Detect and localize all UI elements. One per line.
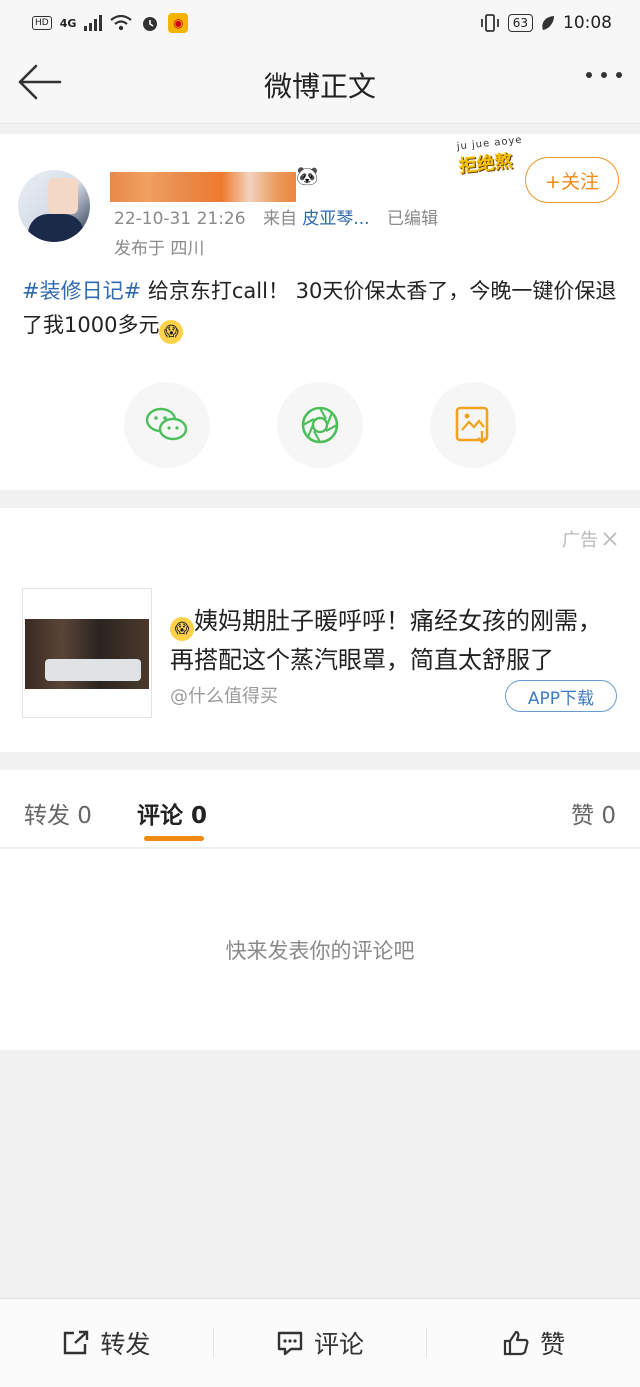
username-redacted[interactable] xyxy=(110,172,296,202)
comment-area: 快来发表你的评论吧 xyxy=(0,849,640,1050)
nav-bar: 微博正文 xyxy=(0,46,640,124)
status-left: HD 4G ◉ xyxy=(32,13,189,33)
post-source-link[interactable]: 皮亚琴... xyxy=(302,209,369,229)
avatar-face xyxy=(48,178,78,214)
ad-card[interactable]: 广告 😱 姨妈期肚子暖呼呼！痛经女孩的刚需，再搭配这个蒸汽眼罩，简直太舒服了 @什… xyxy=(0,508,640,752)
ad-source: @什么值得买 xyxy=(170,686,278,707)
decoration-pinyin: ju jue aoye xyxy=(456,134,524,153)
alarm-icon xyxy=(143,17,158,31)
share-moments-button[interactable] xyxy=(277,382,363,468)
status-right: 63 10:08 xyxy=(480,13,612,33)
ad-tag: 广告 xyxy=(562,530,598,551)
ad-title-text: 姨妈期肚子暖呼呼！痛经女孩的刚需，再搭配这个蒸汽眼罩，简直太舒服了 xyxy=(170,607,602,674)
post-from-label: 来自 xyxy=(262,209,297,229)
hd-icon: HD xyxy=(32,16,52,30)
scared-emoji-icon: 😱 xyxy=(170,617,194,641)
wow-emoji-icon: 😱 xyxy=(159,320,184,344)
ad-thumbnail[interactable] xyxy=(22,588,152,718)
ad-image-pad xyxy=(45,659,141,681)
repost-label: 转发 xyxy=(100,1330,151,1359)
avatar-body xyxy=(28,214,84,242)
share-wechat-button[interactable] xyxy=(124,382,210,468)
battery-icon: 63 xyxy=(507,14,533,32)
weibo-app-icon: ◉ xyxy=(168,13,189,33)
tab-active-indicator xyxy=(144,836,204,841)
repost-button[interactable]: 转发 xyxy=(0,1299,213,1387)
post-location: 发布于 四川 xyxy=(114,239,205,259)
back-arrow-icon xyxy=(18,64,62,100)
tab-like[interactable]: 赞 0 xyxy=(571,796,616,830)
status-bar: HD 4G ◉ 63 10:08 xyxy=(0,0,640,46)
thumbs-up-icon xyxy=(504,1330,529,1356)
close-icon[interactable] xyxy=(602,531,618,547)
interaction-tabs: 转发 0 评论 0 赞 0 xyxy=(0,770,640,848)
comment-icon xyxy=(277,1331,303,1356)
post-edited: 已编辑 xyxy=(387,209,438,229)
post-meta: 22-10-31 21:26 来自 皮亚琴... 已编辑 xyxy=(114,204,438,229)
panda-badge-icon: 🐼 xyxy=(296,166,319,187)
post-card: 🐼 ju jue aoye 拒绝熬 +关注 22-10-31 21:26 来自 … xyxy=(0,134,640,490)
comment-button[interactable]: 评论 xyxy=(214,1299,427,1387)
signal-icon xyxy=(84,15,103,31)
like-label: 赞 xyxy=(540,1330,566,1359)
decoration-text: 拒绝熬 xyxy=(457,150,514,178)
save-image-button[interactable] xyxy=(430,382,516,468)
post-time: 22-10-31 21:26 xyxy=(114,209,246,229)
ad-label[interactable]: 广告 xyxy=(562,526,618,552)
wifi-icon xyxy=(110,15,133,31)
ad-title[interactable]: 😱 姨妈期肚子暖呼呼！痛经女孩的刚需，再搭配这个蒸汽眼罩，简直太舒服了 xyxy=(170,602,610,680)
page-title: 微博正文 xyxy=(263,69,376,103)
tab-comment[interactable]: 评论 0 xyxy=(137,796,207,830)
back-button[interactable] xyxy=(16,62,64,102)
avatar[interactable] xyxy=(18,170,90,242)
vibrate-icon xyxy=(480,14,499,32)
clock-time: 10:08 xyxy=(563,13,612,33)
app-download-button[interactable]: APP下载 xyxy=(505,680,617,712)
ad-image xyxy=(25,619,149,689)
moments-icon xyxy=(301,406,339,444)
post-content: #装修日记# 给京东打call！ 30天价保太香了，今晚一键价保退了我1000多… xyxy=(22,274,622,344)
like-button[interactable]: 赞 xyxy=(427,1299,640,1387)
comment-label: 评论 xyxy=(314,1330,365,1359)
tab-repost[interactable]: 转发 0 xyxy=(24,796,92,830)
signal-4g-label: 4G xyxy=(59,16,77,30)
share-row xyxy=(0,382,640,470)
wechat-icon xyxy=(145,407,188,441)
leaf-icon xyxy=(542,16,554,30)
save-image-icon xyxy=(455,406,489,444)
hashtag-link[interactable]: #装修日记# xyxy=(22,279,141,303)
bottom-action-bar: 转发 评论 赞 xyxy=(0,1298,640,1387)
more-options-icon[interactable] xyxy=(586,72,622,78)
decoration-sticker: ju jue aoye 拒绝熬 xyxy=(456,135,526,179)
empty-comments-text: 快来发表你的评论吧 xyxy=(225,938,415,963)
repost-icon xyxy=(64,1330,89,1355)
follow-button[interactable]: +关注 xyxy=(525,157,619,203)
